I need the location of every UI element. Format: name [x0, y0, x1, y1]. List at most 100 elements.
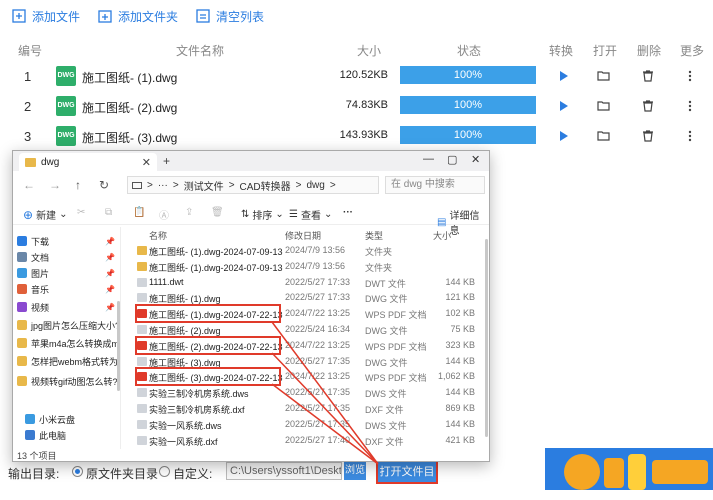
trash-icon[interactable]: [640, 128, 656, 144]
more-icon[interactable]: [682, 68, 698, 84]
nav-item[interactable]: 文档 📌: [17, 249, 119, 265]
toolbar: 添加文件 添加文件夹 清空列表: [0, 0, 713, 32]
col-header-date[interactable]: 修改日期: [285, 229, 321, 242]
col-header-name[interactable]: 名称: [149, 229, 167, 242]
nav-item[interactable]: 下载 📌: [17, 233, 119, 249]
file-icon: [137, 277, 147, 287]
file-type: DWT 文件: [365, 278, 406, 289]
minimize-icon[interactable]: —: [423, 153, 434, 165]
dwg-file-icon: DWG: [56, 96, 76, 116]
close-tab-icon[interactable]: ✕: [142, 156, 151, 169]
delete-icon[interactable]: 🗑: [211, 207, 224, 218]
file-row[interactable]: 实验三制冷机房系统.dxf 2022/5/27 17:35 DXF 文件 869 KB: [133, 401, 483, 417]
col-header-type[interactable]: 类型: [365, 229, 383, 242]
watermark-logo: [564, 454, 708, 490]
copy-icon[interactable]: ⧉: [105, 207, 112, 218]
folder-open-icon[interactable]: [596, 68, 612, 84]
table-row[interactable]: 3 DWG 施工图纸- (3).dwg 143.93KB 100%: [0, 121, 713, 151]
breadcrumb-cad[interactable]: CAD转换器: [240, 178, 291, 193]
add-file-button[interactable]: 添加文件: [12, 8, 80, 25]
nav-item[interactable]: 苹果m4a怎么转换成mp: [17, 335, 119, 351]
file-date: 2024/7/22 13:25: [285, 308, 351, 319]
plus-icon: ⊕: [23, 207, 34, 222]
file-size: 1,062 KB: [437, 371, 475, 382]
radio-custom[interactable]: [159, 466, 170, 477]
folder-open-icon[interactable]: [596, 128, 612, 144]
cut-icon[interactable]: ✂: [77, 207, 85, 218]
folder-icon: [25, 157, 36, 167]
breadcrumb-dwg[interactable]: dwg: [307, 180, 325, 191]
file-date: 2022/5/27 17:40: [285, 434, 351, 445]
breadcrumb-test-files[interactable]: 测试文件: [184, 178, 224, 193]
breadcrumb-sep: >: [329, 179, 336, 191]
table-row[interactable]: 2 DWG 施工图纸- (2).dwg 74.83KB 100%: [0, 91, 713, 121]
breadcrumb-sep: >: [172, 179, 179, 191]
folder-open-icon[interactable]: [596, 98, 612, 114]
view-button[interactable]: ☰ 查看 ⌄: [289, 207, 332, 222]
new-tab-button[interactable]: +: [163, 154, 170, 168]
file-row[interactable]: 实验三制冷机房系统.dws 2022/5/27 17:35 DWS 文件 144 KB: [133, 385, 483, 401]
new-button[interactable]: ⊕ 新建 ⌄: [23, 207, 67, 223]
output-path-input[interactable]: C:\Users\yssoft1\Desktop: [226, 462, 342, 480]
nav-item[interactable]: jpg图片怎么压缩大小?: [17, 317, 119, 333]
table-header: 编号 文件名称 大小 状态 转换 打开 删除 更多: [0, 38, 713, 60]
tab-title: dwg: [41, 156, 60, 168]
close-window-icon[interactable]: ✕: [471, 153, 480, 166]
sort-button[interactable]: ⇅ 排序 ⌄: [241, 207, 284, 222]
nav-scrollbar[interactable]: [117, 301, 120, 391]
col-status: 状态: [457, 44, 482, 58]
view-icon: ☰: [289, 209, 298, 220]
file-row[interactable]: 施工图纸- (1).dwg-2024-07-09-13-56...2024/7/…: [133, 243, 483, 259]
address-bar[interactable]: > ··· > 测试文件 > CAD转换器 > dwg >: [127, 176, 379, 194]
nav-item[interactable]: 视频 📌: [17, 299, 119, 315]
trash-icon[interactable]: [640, 68, 656, 84]
col-header-size[interactable]: 大小: [433, 229, 451, 242]
row-filename: 施工图纸- (2).dwg: [82, 101, 178, 115]
play-icon[interactable]: [555, 98, 571, 114]
table-row[interactable]: 1 DWG 施工图纸- (1).dwg 120.52KB 100%: [0, 61, 713, 91]
monitor-icon: [132, 181, 142, 189]
file-row[interactable]: 施工图纸- (1).dwg-2024-07-09-13-56...2024/7/…: [133, 259, 483, 275]
open-dir-button[interactable]: 打开文件目录: [376, 460, 438, 498]
nav-item[interactable]: 小米云盘: [25, 411, 127, 427]
breadcrumb-more[interactable]: ···: [158, 180, 168, 191]
file-size: 144 KB: [445, 418, 475, 429]
add-folder-button[interactable]: 添加文件夹: [98, 8, 178, 25]
file-row[interactable]: 实验一风系统.dxf 2022/5/27 17:40 DXF 文件 421 KB: [133, 433, 483, 449]
explorer-tab[interactable]: dwg ✕: [19, 153, 157, 171]
nav-item-icon: [17, 356, 27, 366]
file-name: 实验三制冷机房系统.dxf: [149, 405, 245, 415]
refresh-icon[interactable]: ↻: [99, 178, 109, 192]
paste-icon[interactable]: 📋: [133, 207, 145, 218]
maximize-icon[interactable]: ▢: [447, 153, 457, 166]
folder-icon: [137, 246, 147, 255]
nav-item[interactable]: 怎样把webm格式转为m: [17, 353, 119, 369]
browse-button[interactable]: 浏览: [344, 462, 366, 480]
nav-item[interactable]: 此电脑: [25, 427, 127, 443]
play-icon[interactable]: [555, 68, 571, 84]
nav-item[interactable]: 视频转gif动图怎么转?: [17, 373, 119, 389]
file-list-scrollbar[interactable]: [485, 239, 488, 437]
clear-list-button[interactable]: 清空列表: [196, 8, 264, 25]
play-icon[interactable]: [555, 128, 571, 144]
share-icon[interactable]: ⇪: [185, 207, 193, 218]
rename-icon[interactable]: Ⓐ: [159, 207, 169, 222]
back-icon[interactable]: ←: [23, 178, 35, 192]
nav-item[interactable]: 图片 📌: [17, 265, 119, 281]
more-options-button[interactable]: ···: [343, 207, 353, 218]
more-icon[interactable]: [682, 128, 698, 144]
highlight-box: [135, 335, 281, 355]
file-row[interactable]: 1111.dwt 2022/5/27 17:33 DWT 文件 144 KB: [133, 275, 483, 291]
file-size: 121 KB: [445, 292, 475, 303]
sort-icon: ⇅: [241, 209, 250, 220]
file-row[interactable]: 实验一风系统.dws 2022/5/27 17:35 DWS 文件 144 KB: [133, 417, 483, 433]
radio-original[interactable]: [72, 466, 83, 477]
trash-icon[interactable]: [640, 98, 656, 114]
forward-icon[interactable]: →: [49, 178, 61, 192]
up-icon[interactable]: ↑: [75, 178, 81, 192]
add-folder-label: 添加文件夹: [118, 9, 179, 24]
file-name: 施工图纸- (1).dwg-2024-07-09-13-56...: [149, 262, 283, 273]
nav-item[interactable]: 音乐 📌: [17, 281, 119, 297]
more-icon[interactable]: [682, 98, 698, 114]
search-input[interactable]: 在 dwg 中搜索: [385, 176, 485, 194]
